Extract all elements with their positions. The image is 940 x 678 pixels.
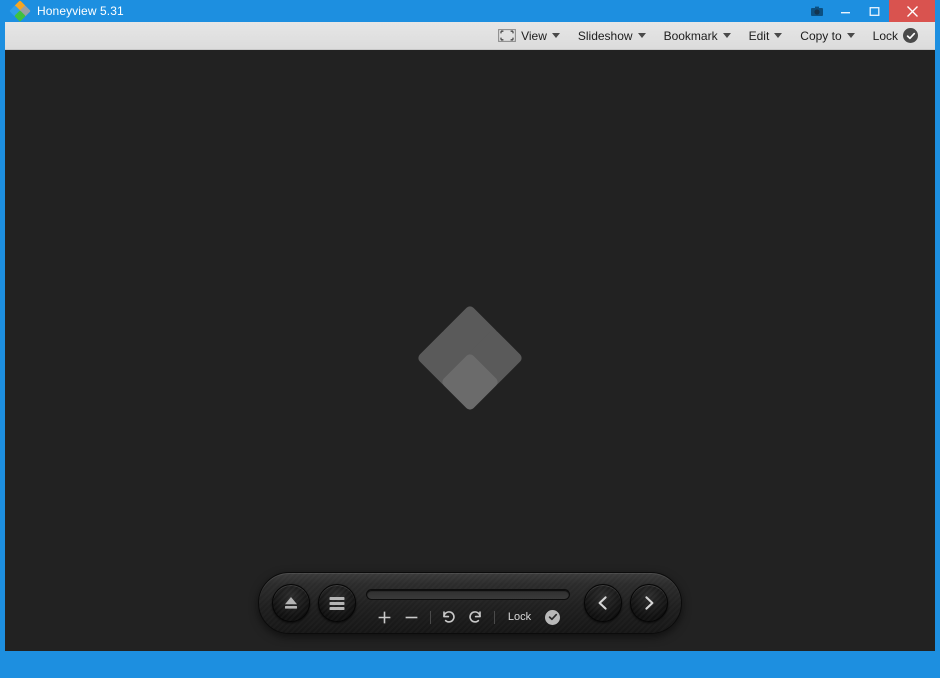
- close-button[interactable]: [889, 0, 935, 22]
- zoom-in-button[interactable]: [376, 607, 394, 627]
- toolbar-divider: [429, 610, 431, 624]
- menu-item-lock-label: Lock: [872, 28, 898, 43]
- menu-item-copy-to[interactable]: Copy to: [791, 22, 863, 50]
- main-menu-button[interactable]: [318, 584, 356, 622]
- menu-item-view[interactable]: View: [489, 22, 569, 50]
- minimize-button[interactable]: [831, 0, 860, 22]
- floating-toolbar: Lock: [258, 572, 682, 634]
- check-circle-icon: [903, 28, 918, 43]
- chevron-down-icon: [846, 33, 855, 38]
- application-window: Honeyview 5.31 View Slideshow Bookmark E…: [0, 0, 940, 678]
- check-circle-icon[interactable]: [545, 609, 561, 625]
- open-file-button[interactable]: [272, 584, 310, 622]
- rotate-left-icon[interactable]: [440, 607, 458, 627]
- menu-item-bookmark[interactable]: Bookmark: [655, 22, 740, 50]
- window-controls: [802, 0, 935, 22]
- menu-item-bookmark-label: Bookmark: [663, 28, 718, 43]
- menu-item-lock[interactable]: Lock: [864, 22, 927, 50]
- fit-to-window-icon: [498, 29, 517, 42]
- window-title: Honeyview 5.31: [37, 4, 124, 18]
- chevron-down-icon: [722, 33, 731, 38]
- menu-item-copy-to-label: Copy to: [800, 28, 842, 43]
- screenshot-icon[interactable]: [802, 0, 831, 22]
- menu-item-edit-label: Edit: [748, 28, 770, 43]
- menu-bar: View Slideshow Bookmark Edit Copy to Loc…: [5, 22, 935, 50]
- toolbar-center-group: Lock: [356, 573, 580, 633]
- app-logo-icon: [9, 0, 31, 22]
- zoom-out-button[interactable]: [403, 607, 421, 627]
- image-canvas[interactable]: Lock: [5, 50, 935, 651]
- maximize-button[interactable]: [860, 0, 889, 22]
- next-image-button[interactable]: [630, 584, 668, 622]
- toolbar-mini-controls: Lock: [366, 607, 570, 627]
- toolbar-divider: [493, 610, 495, 624]
- chevron-down-icon: [774, 33, 783, 38]
- title-bar[interactable]: Honeyview 5.31: [5, 0, 935, 22]
- lock-toggle-label[interactable]: Lock: [508, 611, 531, 623]
- rotate-right-icon[interactable]: [467, 607, 485, 627]
- menu-item-edit[interactable]: Edit: [740, 22, 792, 50]
- menu-item-slideshow[interactable]: Slideshow: [569, 22, 655, 50]
- menu-item-slideshow-label: Slideshow: [577, 28, 633, 43]
- chevron-down-icon: [551, 33, 560, 38]
- chevron-down-icon: [637, 33, 646, 38]
- previous-image-button[interactable]: [584, 584, 622, 622]
- seek-slider[interactable]: [366, 589, 570, 600]
- menu-item-view-label: View: [521, 28, 547, 43]
- honeyview-watermark-icon: [416, 304, 524, 412]
